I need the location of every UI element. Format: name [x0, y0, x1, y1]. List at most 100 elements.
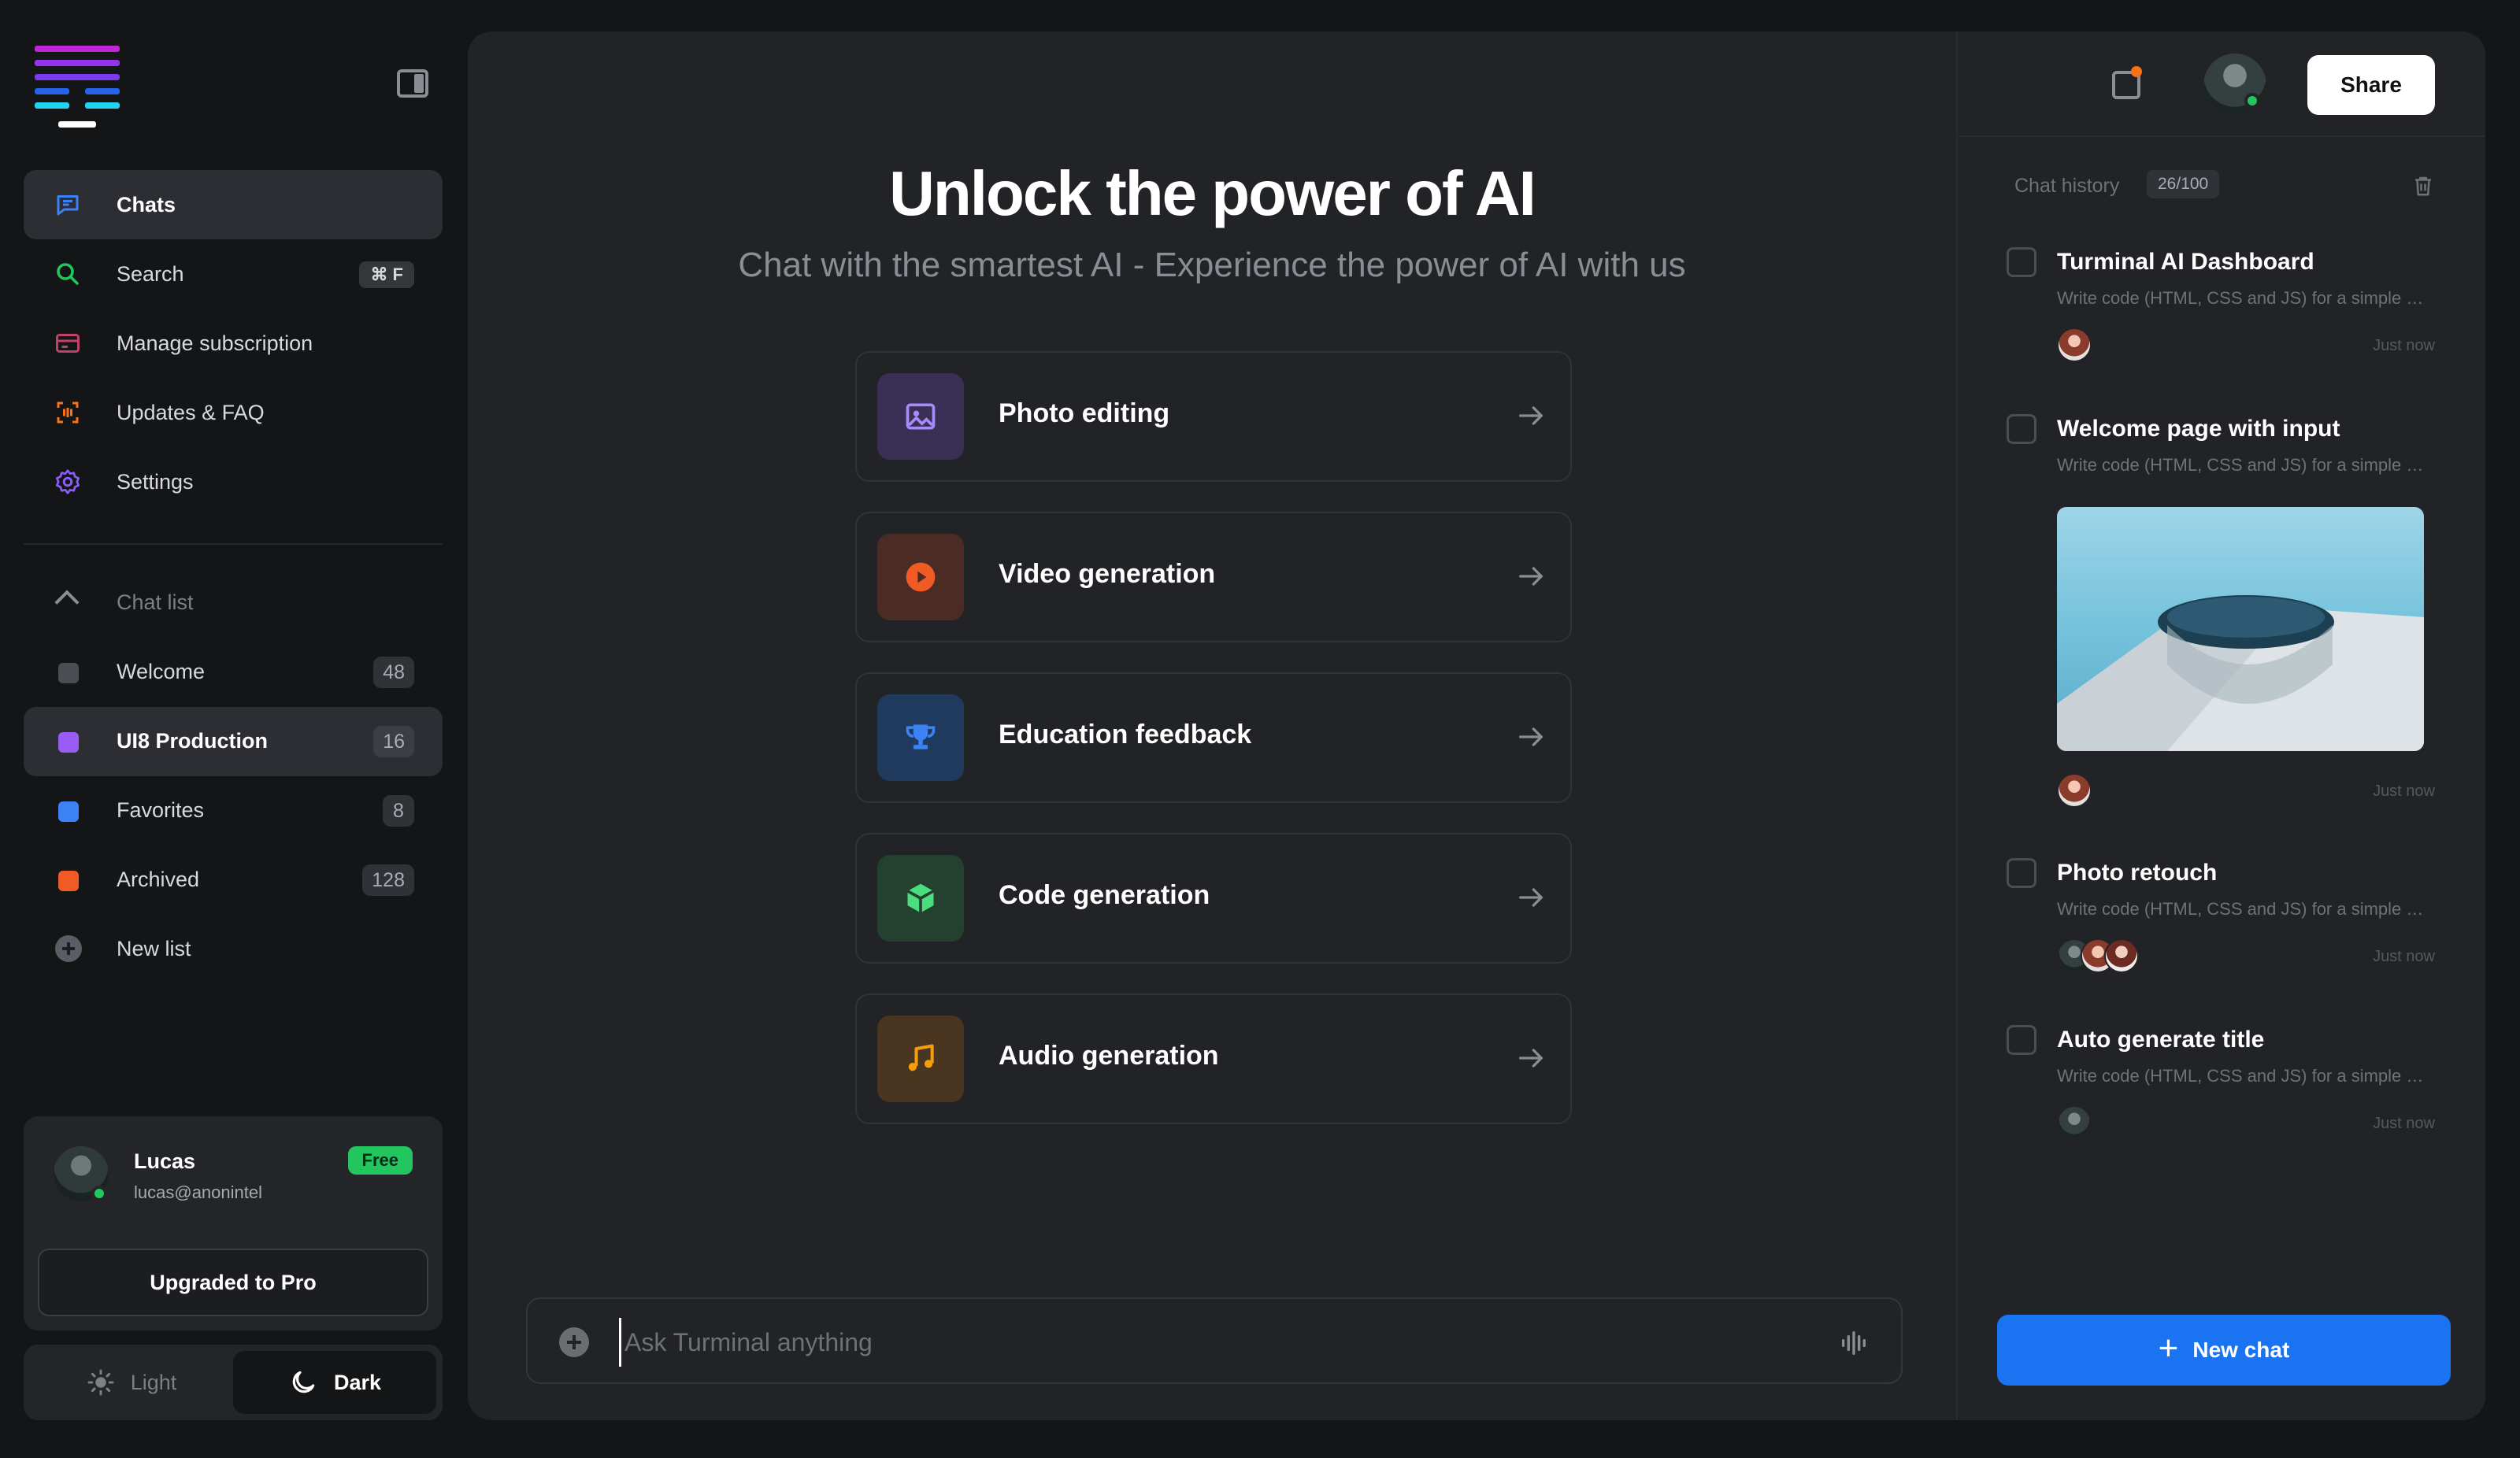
sidebar-item-label: Search [117, 261, 184, 286]
thumbnail-image [2057, 595, 2424, 751]
card-label: Video generation [999, 559, 1216, 589]
card-education-feedback[interactable]: Education feedback [855, 672, 1572, 803]
chat-timestamp: Just now [2373, 1115, 2435, 1132]
list-color-dot [58, 871, 79, 891]
select-checkbox[interactable] [2007, 247, 2036, 277]
search-icon [57, 263, 79, 285]
plus-icon: + [2158, 1329, 2179, 1367]
sidebar-item-settings[interactable]: Settings [24, 447, 443, 516]
attach-plus-icon[interactable] [559, 1327, 589, 1357]
new-chat-button[interactable]: + New chat [1997, 1315, 2451, 1386]
arrow-right-icon [1519, 1049, 1543, 1068]
card-icon-box [877, 694, 964, 781]
prompt-input[interactable] [619, 1318, 1784, 1367]
card-icon-box [877, 534, 964, 620]
shortcut-badge: ⌘ F [359, 261, 414, 288]
cube-icon [906, 883, 935, 913]
chat-title: Welcome page with input [2057, 416, 2340, 442]
avatar [2057, 327, 2092, 362]
chat-list-item-ui8-production[interactable]: UI8 Production 16 [24, 707, 443, 776]
chat-title: Photo retouch [2057, 860, 2218, 886]
chat-timestamp: Just now [2373, 783, 2435, 800]
composer [526, 1297, 1903, 1384]
sidebar: Chats Search ⌘ F Manage subscription Upd… [0, 0, 468, 1458]
chat-preview: Write code (HTML, CSS and JS) for a simp… [2057, 899, 2427, 919]
sidebar-collapse-icon[interactable] [397, 69, 428, 98]
theme-dark-button[interactable]: Dark [233, 1351, 436, 1414]
subscription-icon [56, 334, 80, 353]
page-subtitle: Chat with the smartest AI - Experience t… [738, 246, 1686, 284]
card-audio-generation[interactable]: Audio generation [855, 994, 1572, 1124]
list-item-count: 8 [383, 795, 414, 827]
card-photo-editing[interactable]: Photo editing [855, 351, 1572, 482]
arrow-right-icon [1519, 406, 1543, 425]
card-icon-box [877, 1016, 964, 1102]
sidebar-item-search[interactable]: Search ⌘ F [24, 239, 443, 309]
theme-light-button[interactable]: Light [30, 1351, 233, 1414]
online-status-dot [2244, 93, 2260, 109]
music-icon [908, 1044, 934, 1071]
chat-preview: Write code (HTML, CSS and JS) for a simp… [2057, 288, 2427, 308]
chat-title: Auto generate title [2057, 1027, 2265, 1053]
sidebar-item-label: Chats [117, 192, 176, 216]
select-checkbox[interactable] [2007, 414, 2036, 444]
chat-list-item-favorites[interactable]: Favorites 8 [24, 776, 443, 846]
new-chat-label: New chat [2192, 1338, 2290, 1362]
plus-circle-icon [55, 935, 82, 962]
card-video-generation[interactable]: Video generation [855, 512, 1572, 642]
chat-history-item[interactable]: Turminal AI Dashboard Write code (HTML, … [2007, 247, 2448, 397]
sidebar-item-label: Updates & FAQ [117, 400, 265, 424]
right-panel: Share Chat history 26/100 Turminal AI Da… [1956, 31, 2485, 1420]
trophy-icon [906, 724, 936, 749]
chat-timestamp: Just now [2373, 337, 2435, 354]
sidebar-divider [24, 543, 443, 545]
plan-badge: Free [347, 1146, 413, 1175]
arrow-right-icon [1519, 888, 1543, 907]
chat-history-item[interactable]: Auto generate title Write code (HTML, CS… [2007, 1025, 2448, 1159]
voice-wave-icon[interactable] [1838, 1327, 1870, 1359]
gear-icon [56, 469, 80, 494]
new-list-button[interactable]: New list [24, 915, 443, 984]
chat-image-thumbnail[interactable] [2057, 507, 2424, 751]
chat-icon [57, 195, 79, 216]
chat-list-item-archived[interactable]: Archived 128 [24, 846, 443, 915]
chat-list-toggle[interactable]: Chat list [24, 568, 443, 638]
share-button[interactable]: Share [2307, 55, 2435, 115]
sidebar-item-label: Manage subscription [117, 331, 313, 355]
list-color-dot [58, 801, 79, 822]
chat-history-count: 26/100 [2147, 170, 2220, 198]
chat-history-item[interactable]: Welcome page with input Write code (HTML… [2007, 414, 2448, 808]
sidebar-item-updates-faq[interactable]: Updates & FAQ [24, 378, 443, 447]
chat-preview: Write code (HTML, CSS and JS) for a simp… [2057, 1066, 2427, 1086]
avatar [2104, 938, 2139, 973]
chat-preview: Write code (HTML, CSS and JS) for a simp… [2057, 455, 2427, 475]
user-card: Lucas lucas@anonintel Free Upgraded to P… [24, 1116, 443, 1330]
chat-history-item[interactable]: Photo retouch Write code (HTML, CSS and … [2007, 858, 2448, 992]
chat-title: Turminal AI Dashboard [2057, 249, 2314, 275]
card-label: Education feedback [999, 720, 1252, 749]
chat-list-item-welcome[interactable]: Welcome 48 [24, 638, 443, 707]
updates-icon [57, 402, 79, 424]
card-icon-box [877, 855, 964, 942]
trash-icon[interactable] [2411, 173, 2435, 198]
theme-switch: Light Dark [24, 1345, 443, 1420]
topbar-divider [1958, 135, 2485, 137]
online-status-dot [91, 1186, 107, 1201]
select-checkbox[interactable] [2007, 1025, 2036, 1055]
list-item-label: Welcome [117, 660, 206, 683]
app-logo[interactable] [35, 46, 124, 132]
user-email: lucas@anonintel [134, 1182, 262, 1202]
photo-icon [906, 403, 936, 430]
sun-icon [87, 1369, 114, 1396]
card-code-generation[interactable]: Code generation [855, 833, 1572, 964]
sidebar-item-manage-subscription[interactable]: Manage subscription [24, 309, 443, 378]
list-item-label: Archived [117, 868, 200, 891]
chat-list-header: Chat list [117, 590, 194, 614]
user-name: Lucas [134, 1149, 196, 1173]
list-item-label: Favorites [117, 798, 205, 822]
arrow-right-icon [1519, 567, 1543, 586]
avatar [2057, 773, 2092, 808]
sidebar-item-chats[interactable]: Chats [24, 170, 443, 239]
upgrade-button[interactable]: Upgraded to Pro [38, 1249, 428, 1316]
select-checkbox[interactable] [2007, 858, 2036, 888]
